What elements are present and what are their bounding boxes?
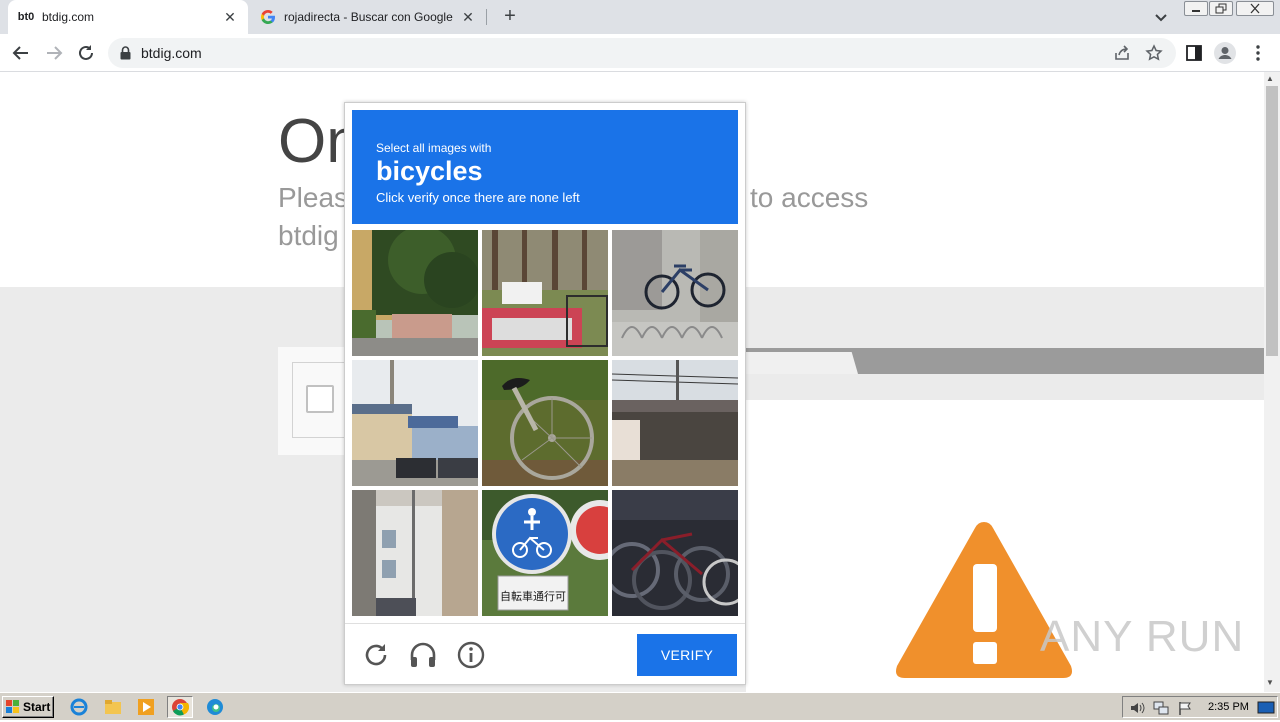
star-bookmark-icon[interactable] — [1143, 42, 1165, 64]
url-text: btdig.com — [141, 45, 202, 61]
page-subtext: to access — [750, 182, 869, 213]
chrome-taskbar-button[interactable] — [167, 696, 193, 718]
captcha-tile-shed[interactable] — [612, 360, 738, 486]
page-subtext: btdig — [278, 220, 339, 251]
captcha-tile-houses-street[interactable] — [352, 360, 478, 486]
captcha-tile-bicycle-sign[interactable]: 自転車通行可 — [482, 490, 608, 616]
captcha-tile-bicycle-wheel[interactable] — [482, 360, 608, 486]
page-subtext: Pleas — [278, 182, 349, 213]
windows-taskbar: Start 2:35 PM — [0, 692, 1280, 720]
file-explorer-icon[interactable] — [104, 698, 122, 716]
taskbar-clock[interactable]: 2:35 PM — [1208, 701, 1249, 713]
reload-icon[interactable] — [75, 42, 97, 64]
media-player-icon[interactable] — [137, 698, 155, 716]
browser-toolbar: btdig.com — [0, 34, 1280, 72]
chrome-icon — [172, 699, 190, 716]
captcha-challenge-dialog: Select all images with bicycles Click ve… — [344, 102, 746, 685]
volume-icon[interactable] — [1129, 700, 1145, 716]
network-icon[interactable] — [1153, 700, 1169, 716]
tab-divider — [486, 9, 487, 25]
captcha-subinstruction: Click verify once there are none left — [376, 190, 580, 205]
scrollbar-thumb[interactable] — [1266, 86, 1278, 356]
scroll-down-arrow-icon[interactable]: ▼ — [1266, 678, 1274, 687]
info-icon[interactable] — [456, 640, 486, 670]
kebab-menu-icon[interactable] — [1247, 42, 1269, 64]
anyrun-watermark: ANY RUN — [1040, 612, 1245, 661]
side-panel-icon[interactable] — [1183, 42, 1205, 64]
tab-btdig[interactable]: bt0 btdig.com ✕ — [8, 0, 248, 34]
tab-strip: bt0 btdig.com ✕ rojadirecta - Buscar con… — [0, 0, 1280, 34]
scroll-up-arrow-icon[interactable]: ▲ — [1266, 74, 1274, 83]
reload-icon[interactable] — [361, 640, 391, 670]
captcha-target-word: bicycles — [376, 156, 483, 186]
audio-headphones-icon[interactable] — [408, 640, 438, 670]
share-icon[interactable] — [1111, 42, 1133, 64]
tab-google-search[interactable]: rojadirecta - Buscar con Google ✕ — [250, 0, 486, 34]
windows-logo-icon — [6, 700, 19, 713]
close-window-button[interactable] — [1236, 1, 1274, 16]
captcha-tile-bicycles-row[interactable] — [612, 490, 738, 616]
tab-title: btdig.com — [42, 10, 95, 24]
back-arrow-icon[interactable] — [10, 42, 32, 64]
captcha-instruction: Select all images with — [376, 141, 492, 155]
captcha-footer: VERIFY — [345, 623, 745, 685]
captcha-tile-alley-building[interactable] — [352, 490, 478, 616]
profile-avatar-icon[interactable] — [1214, 42, 1236, 64]
close-tab-icon[interactable]: ✕ — [222, 9, 238, 25]
edge-icon[interactable] — [206, 698, 224, 716]
internet-explorer-icon[interactable] — [70, 698, 88, 716]
recaptcha-checkbox[interactable] — [306, 385, 334, 413]
captcha-tile-parked-bicycle[interactable] — [612, 230, 738, 356]
address-bar[interactable]: btdig.com — [108, 38, 1176, 68]
forward-arrow-icon[interactable] — [43, 42, 65, 64]
lock-icon — [120, 46, 131, 65]
close-tab-icon[interactable]: ✕ — [460, 9, 476, 25]
show-desktop-icon[interactable] — [1257, 701, 1275, 715]
btdig-favicon: bt0 — [17, 11, 35, 23]
chevron-down-icon[interactable] — [1152, 8, 1170, 26]
sign-text: 自転車通行可 — [500, 589, 566, 603]
captcha-header: Select all images with bicycles Click ve… — [352, 110, 738, 224]
new-tab-button[interactable]: + — [500, 6, 520, 27]
system-tray — [1122, 696, 1278, 718]
google-g-icon — [260, 9, 276, 25]
start-label: Start — [23, 700, 51, 714]
minimize-window-button[interactable] — [1184, 1, 1208, 16]
verify-button[interactable]: VERIFY — [637, 634, 737, 676]
restore-window-button[interactable] — [1209, 1, 1233, 16]
action-center-flag-icon[interactable] — [1177, 700, 1193, 716]
tab-title: rojadirecta - Buscar con Google — [284, 10, 453, 24]
captcha-tile-trees-house[interactable] — [352, 230, 478, 356]
start-button[interactable]: Start — [2, 696, 54, 718]
captcha-tile-pickup-truck[interactable] — [482, 230, 608, 356]
